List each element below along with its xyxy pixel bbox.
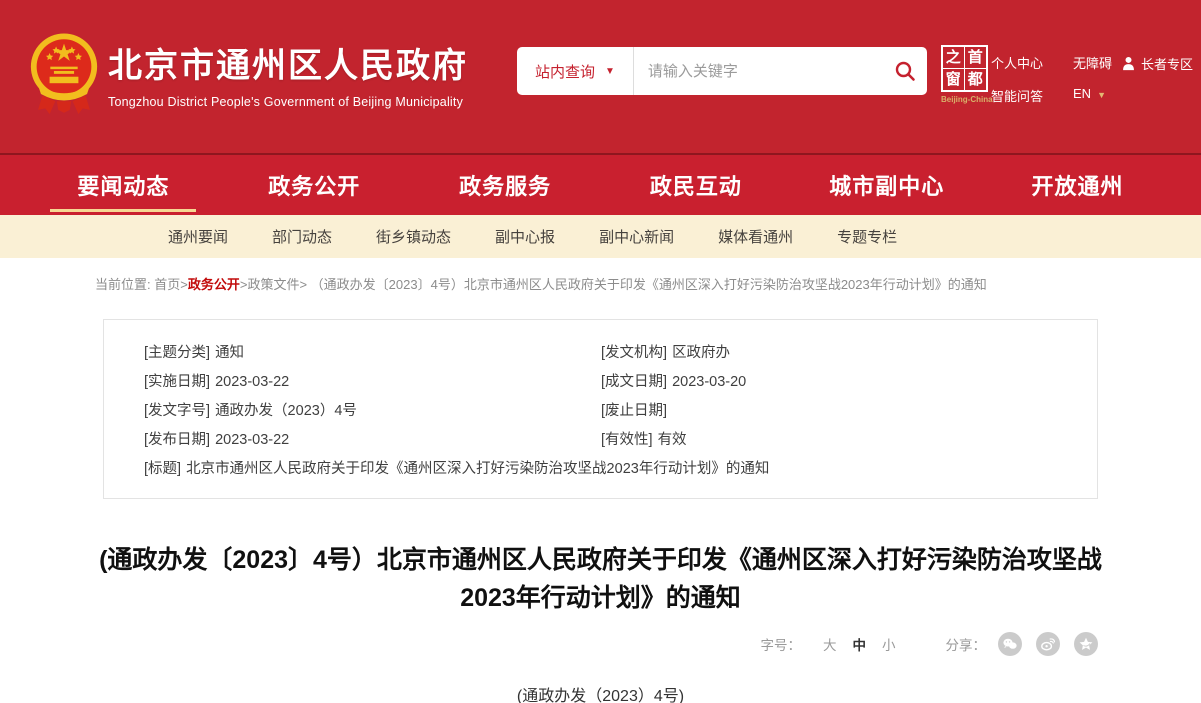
meta-field-written-date: [成文日期]2023-03-20	[601, 375, 1067, 391]
page: 北京市通州区人民政府 Tongzhou District People's Go…	[0, 0, 1201, 703]
capital-char: 都	[965, 69, 987, 91]
document-metadata-box: [主题分类]通知 [发文机构]区政府办 [实施日期]2023-03-22 [成文…	[103, 319, 1098, 499]
meta-field-repeal-date: [废止日期]	[601, 404, 1067, 420]
subnav-item-subcenter-news[interactable]: 副中心新闻	[599, 226, 674, 247]
article-toolbar: 字号： 大 中 小 分享：	[103, 632, 1098, 656]
subnav-item-subcenter-paper[interactable]: 副中心报	[495, 226, 555, 247]
header-quick-links: 个人中心 无障碍 智能问答 EN ▼	[991, 53, 1112, 105]
search-scope-label: 站内查询	[535, 61, 595, 82]
subnav-item-media[interactable]: 媒体看通州	[718, 226, 793, 247]
subnav-item-dept-updates[interactable]: 部门动态	[272, 226, 332, 247]
capital-window-emblem: 之 首 窗 都	[941, 45, 988, 92]
nav-item-gov-open[interactable]: 政务公开	[219, 155, 410, 215]
weibo-share-button[interactable]	[1036, 632, 1060, 656]
article-title: (通政办发〔2023〕4号）北京市通州区人民政府关于印发《通州区深入打好污染防治…	[96, 541, 1106, 619]
breadcrumb-separator: >	[180, 277, 188, 292]
qzone-share-button[interactable]	[1074, 632, 1098, 656]
nav-label: 要闻动态	[77, 169, 169, 201]
breadcrumb-separator: >	[299, 277, 307, 292]
nav-item-interaction[interactable]: 政民互动	[600, 155, 791, 215]
senior-zone-link[interactable]: 长者专区	[1121, 54, 1193, 73]
subnav-item-special-topics[interactable]: 专题专栏	[837, 226, 897, 247]
person-icon	[1121, 56, 1136, 71]
national-emblem-icon	[28, 28, 100, 124]
star-icon	[1079, 637, 1093, 651]
personal-center-link[interactable]: 个人中心	[991, 53, 1043, 72]
nav-label: 城市副中心	[829, 169, 944, 201]
search-button[interactable]	[883, 47, 927, 95]
font-size-medium-button[interactable]: 中	[853, 634, 867, 654]
senior-zone-label: 长者专区	[1141, 54, 1193, 73]
capital-char: 之	[943, 47, 965, 69]
share-label: 分享：	[946, 634, 987, 654]
capital-char: 窗	[943, 69, 965, 91]
breadcrumb-home[interactable]: 首页	[154, 277, 180, 292]
meta-field-subject-category: [主题分类]通知	[144, 346, 601, 362]
meta-field-validity: [有效性]有效	[601, 433, 1067, 449]
search-icon	[894, 60, 916, 82]
nav-item-open-tongzhou[interactable]: 开放通州	[982, 155, 1173, 215]
breadcrumb-current: （通政办发〔2023〕4号）北京市通州区人民政府关于印发《通州区深入打好污染防治…	[307, 277, 987, 292]
nav-item-gov-service[interactable]: 政务服务	[410, 155, 601, 215]
breadcrumb-prefix: 当前位置:	[95, 277, 154, 292]
font-size-large-button[interactable]: 大	[823, 634, 837, 654]
nav-label: 政务服务	[459, 169, 551, 201]
nav-label: 开放通州	[1032, 169, 1124, 201]
capital-window-caption: Beijing-China	[941, 95, 988, 104]
share-icons	[998, 632, 1098, 656]
weibo-icon	[1041, 638, 1055, 651]
capital-window-logo[interactable]: 之 首 窗 都 Beijing-China	[941, 45, 988, 104]
search-bar: 站内查询 ▼	[517, 47, 927, 95]
wechat-share-button[interactable]	[998, 632, 1022, 656]
sub-nav: 通州要闻 部门动态 街乡镇动态 副中心报 副中心新闻 媒体看通州 专题专栏	[0, 215, 1201, 258]
nav-label: 政务公开	[268, 169, 360, 201]
capital-char: 首	[965, 47, 987, 69]
meta-field-publish-date: [发布日期]2023-03-22	[144, 433, 601, 449]
breadcrumb-gov-open[interactable]: 政务公开	[188, 277, 240, 292]
language-switch-link[interactable]: EN ▼	[1073, 86, 1112, 105]
subnav-item-tongzhou-news[interactable]: 通州要闻	[168, 226, 228, 247]
document-number-line: (通政办发（2023）4号)	[0, 682, 1201, 703]
chevron-down-icon: ▼	[1097, 90, 1106, 100]
subnav-item-township-updates[interactable]: 街乡镇动态	[376, 226, 451, 247]
meta-field-document-number: [发文字号]通政办发（2023）4号	[144, 404, 601, 420]
search-input[interactable]	[634, 63, 883, 80]
nav-item-sub-center[interactable]: 城市副中心	[791, 155, 982, 215]
site-header: 北京市通州区人民政府 Tongzhou District People's Go…	[0, 0, 1201, 153]
smart-qa-link[interactable]: 智能问答	[991, 86, 1043, 105]
breadcrumb: 当前位置: 首页>政务公开>政策文件> （通政办发〔2023〕4号）北京市通州区…	[0, 258, 1201, 303]
site-subtitle: Tongzhou District People's Government of…	[108, 95, 468, 109]
accessibility-link[interactable]: 无障碍	[1073, 53, 1112, 72]
search-scope-dropdown[interactable]: 站内查询 ▼	[517, 61, 633, 82]
chevron-down-icon: ▼	[605, 66, 615, 77]
font-size-label: 字号：	[761, 634, 802, 654]
meta-field-issuing-agency: [发文机构]区政府办	[601, 346, 1067, 362]
nav-label: 政民互动	[650, 169, 742, 201]
meta-field-implementation-date: [实施日期]2023-03-22	[144, 375, 601, 391]
site-title: 北京市通州区人民政府	[108, 38, 468, 87]
nav-item-news[interactable]: 要闻动态	[28, 155, 219, 215]
breadcrumb-policy-files[interactable]: 政策文件	[247, 277, 299, 292]
main-nav: 要闻动态 政务公开 政务服务 政民互动 城市副中心 开放通州	[0, 153, 1201, 215]
meta-field-title: [标题]北京市通州区人民政府关于印发《通州区深入打好污染防治攻坚战2023年行动…	[144, 462, 1067, 478]
wechat-icon	[1003, 638, 1017, 650]
font-size-small-button[interactable]: 小	[882, 634, 896, 654]
language-label: EN	[1073, 86, 1091, 101]
